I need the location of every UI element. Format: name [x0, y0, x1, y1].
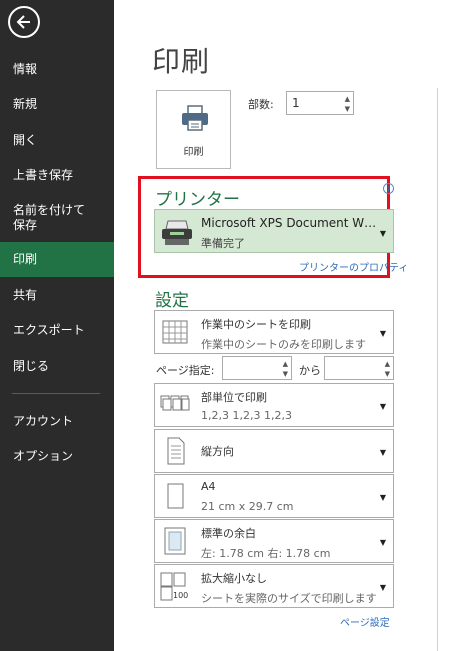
pages-from-spinner[interactable]: ▲ ▼ — [222, 356, 292, 380]
scaling-dropdown[interactable]: 100 拡大縮小なし シートを実際のサイズで印刷します ▼ — [154, 564, 394, 608]
chevron-down-icon: ▼ — [379, 402, 386, 411]
printer-device-icon — [162, 220, 192, 245]
sidebar-item-open[interactable]: 開く — [0, 133, 114, 148]
printer-dropdown[interactable]: Microsoft XPS Document W… 準備完了 ▼ — [154, 209, 394, 253]
spin-arrows-icon[interactable]: ▲ ▼ — [345, 94, 350, 114]
page-setup-link[interactable]: ページ設定 — [340, 614, 390, 629]
orientation-dropdown[interactable]: 縦方向 ▼ — [154, 429, 394, 473]
sheet-grid-icon — [162, 320, 188, 344]
sidebar-item-close[interactable]: 閉じる — [0, 359, 114, 374]
sidebar-item-info[interactable]: 情報 — [0, 62, 114, 77]
chevron-down-icon: ▼ — [379, 493, 386, 502]
sidebar-item-account[interactable]: アカウント — [0, 414, 114, 429]
margins-icon — [164, 527, 186, 555]
copies-spinner[interactable]: 1 ▲ ▼ — [286, 91, 354, 115]
chevron-down-icon: ▼ — [379, 583, 386, 592]
sidebar-divider — [12, 393, 100, 394]
scaling-icon: 100 — [160, 572, 188, 601]
printer-icon — [182, 105, 208, 131]
copies-label: 部数: — [248, 98, 274, 111]
print-what-dropdown[interactable]: 作業中のシートを印刷 作業中のシートのみを印刷します ▼ — [154, 310, 394, 354]
printer-heading: プリンター — [155, 190, 240, 210]
scaling-title: 拡大縮小なし — [201, 572, 267, 585]
sidebar-item-save[interactable]: 上書き保存 — [0, 168, 114, 183]
printer-status: 準備完了 — [201, 237, 245, 250]
sidebar-item-new[interactable]: 新規 — [0, 97, 114, 112]
chevron-down-icon: ▼ — [379, 538, 386, 547]
back-button[interactable] — [8, 6, 40, 38]
margins-subtitle: 左: 1.78 cm 右: 1.78 cm — [201, 547, 331, 560]
info-icon[interactable]: i — [383, 183, 394, 194]
print-button-label: 印刷 — [183, 147, 204, 158]
backstage-sidebar: 情報 新規 開く 上書き保存 名前を付けて保存 印刷 共有 エクスポート 閉じる… — [0, 0, 114, 651]
spin-arrows-icon[interactable]: ▲ ▼ — [385, 359, 390, 379]
print-button[interactable]: 印刷 — [156, 90, 231, 169]
copies-value: 1 — [292, 96, 300, 110]
print-what-subtitle: 作業中のシートのみを印刷します — [201, 338, 366, 351]
spin-arrows-icon[interactable]: ▲ ▼ — [283, 359, 288, 379]
printer-name: Microsoft XPS Document W… — [201, 216, 377, 230]
chevron-down-icon: ▼ — [379, 329, 386, 338]
back-arrow-icon — [16, 15, 30, 29]
orientation-title: 縦方向 — [201, 445, 234, 458]
paper-size-dropdown[interactable]: A4 21 cm x 29.7 cm ▼ — [154, 474, 394, 518]
collate-title: 部単位で印刷 — [201, 391, 267, 404]
pages-label: ページ指定: — [156, 364, 215, 377]
chevron-down-icon: ▼ — [379, 448, 386, 457]
paper-size-title: A4 — [201, 480, 216, 493]
settings-heading: 設定 — [155, 291, 189, 311]
collate-dropdown[interactable]: 部単位で印刷 1,2,3 1,2,3 1,2,3 ▼ — [154, 383, 394, 427]
sidebar-item-options[interactable]: オプション — [0, 449, 114, 464]
printer-properties-link[interactable]: プリンターのプロパティ — [299, 259, 408, 274]
sidebar-item-print[interactable]: 印刷 — [0, 242, 114, 277]
paper-size-subtitle: 21 cm x 29.7 cm — [201, 500, 294, 513]
collate-icon — [160, 395, 190, 411]
sidebar-item-save-as[interactable]: 名前を付けて保存 — [0, 203, 100, 233]
portrait-icon — [167, 437, 185, 465]
margins-dropdown[interactable]: 標準の余白 左: 1.78 cm 右: 1.78 cm ▼ — [154, 519, 394, 563]
sidebar-item-share[interactable]: 共有 — [0, 288, 114, 303]
collate-subtitle: 1,2,3 1,2,3 1,2,3 — [201, 409, 292, 422]
svg-text:100: 100 — [173, 591, 188, 600]
page-title: 印刷 — [152, 45, 211, 78]
print-what-title: 作業中のシートを印刷 — [201, 318, 311, 331]
scaling-subtitle: シートを実際のサイズで印刷します — [201, 592, 377, 605]
chevron-down-icon: ▼ — [379, 229, 386, 238]
preview-divider — [437, 88, 438, 651]
pages-to-spinner[interactable]: ▲ ▼ — [324, 356, 394, 380]
margins-title: 標準の余白 — [201, 527, 256, 540]
pages-to-label: から — [299, 364, 321, 377]
sidebar-item-export[interactable]: エクスポート — [0, 323, 114, 338]
paper-size-icon — [167, 483, 184, 509]
